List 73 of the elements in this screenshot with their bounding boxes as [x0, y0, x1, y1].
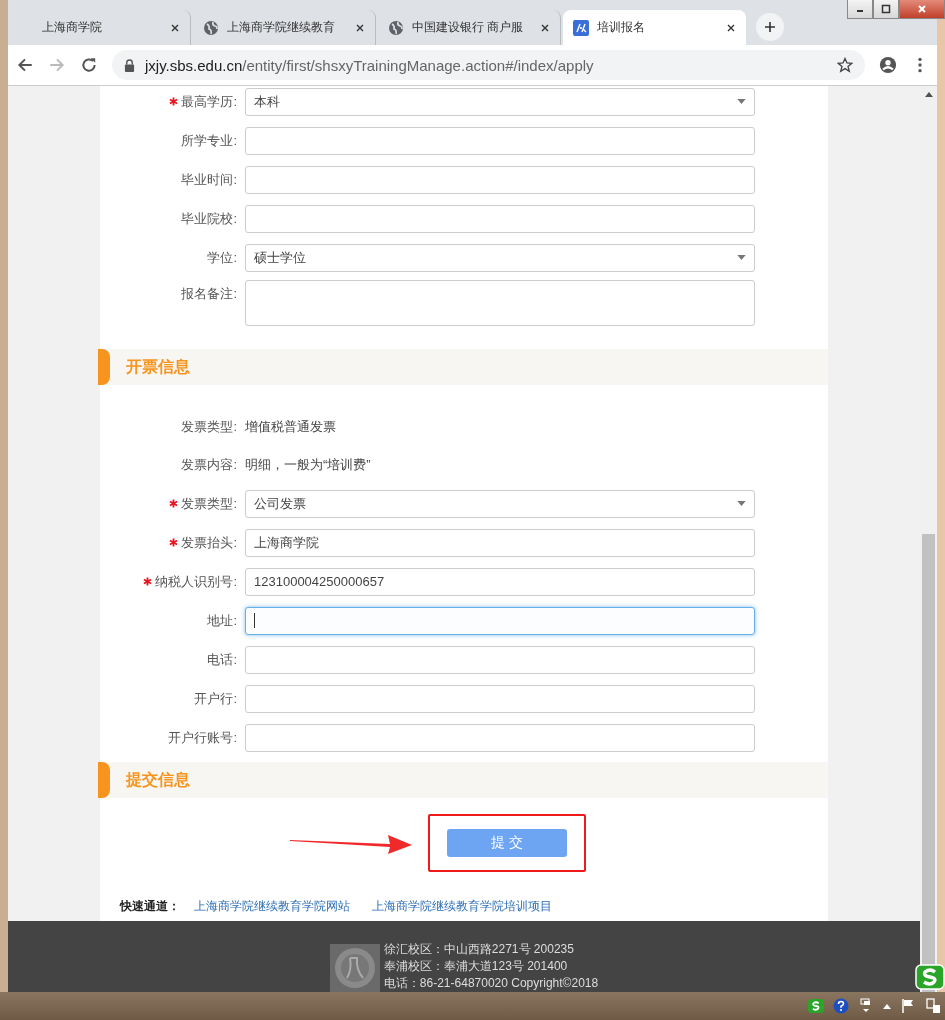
input-field[interactable]	[245, 204, 755, 233]
lock-icon	[124, 58, 135, 72]
reload-icon[interactable]	[80, 56, 98, 74]
close-icon[interactable]	[540, 22, 550, 33]
input-field[interactable]: 上海商学院	[245, 528, 755, 557]
back-icon[interactable]	[16, 56, 34, 74]
star-icon[interactable]	[837, 57, 853, 73]
input-field[interactable]	[245, 684, 755, 713]
select-field[interactable]: 本科	[245, 87, 755, 116]
plus-icon	[764, 21, 776, 33]
scroll-up-icon[interactable]	[924, 92, 933, 97]
field-label: 开户行:	[194, 689, 237, 708]
help-icon[interactable]	[833, 998, 849, 1014]
input-field[interactable]	[245, 645, 755, 674]
field-label: 毕业院校:	[181, 209, 237, 228]
field-label: 毕业时间:	[181, 170, 237, 189]
minimize-button[interactable]	[847, 0, 873, 19]
field-label: 发票类型:	[181, 418, 237, 436]
account-icon[interactable]	[879, 56, 897, 74]
seal-logo-icon	[329, 944, 380, 992]
caret-icon	[737, 99, 746, 104]
select-field[interactable]: 公司发票	[245, 489, 755, 518]
field-label: 发票类型:	[181, 494, 237, 513]
field-label: 所学专业:	[181, 131, 237, 150]
input-field[interactable]	[245, 165, 755, 194]
caret-icon	[737, 501, 746, 506]
network-icon[interactable]	[925, 998, 941, 1014]
globe-icon	[388, 19, 404, 36]
globe-icon	[203, 19, 219, 36]
address-field[interactable]: jxjy.sbs.edu.cn/entity/first/shsxyTrainingManage.action#/index/apply	[112, 50, 865, 80]
maximize-icon	[881, 4, 891, 14]
site-logo-icon	[573, 19, 589, 36]
up-arrow-icon[interactable]	[883, 1003, 891, 1009]
field-label: 纳税人识别号:	[155, 572, 237, 591]
footer-text: 奉浦校区：奉浦大道123号 201400	[383, 958, 569, 975]
scroll-thumb[interactable]	[922, 534, 935, 992]
browser-tab[interactable]: 培训报名	[563, 10, 746, 45]
field-label: 开户行账号:	[168, 728, 237, 747]
quick-link[interactable]: 上海商学院继续教育学院网站	[194, 898, 350, 915]
close-icon	[917, 4, 927, 14]
field-label: 电话:	[207, 650, 237, 669]
maximize-button[interactable]	[873, 0, 899, 19]
new-tab-button[interactable]	[756, 13, 784, 41]
field-label: 发票抬头:	[181, 533, 237, 552]
select-field[interactable]: 硕士学位	[245, 243, 755, 272]
input-field[interactable]	[245, 126, 755, 155]
section-title: 提交信息	[126, 769, 190, 790]
s-logo-icon[interactable]	[915, 964, 945, 990]
field-value: 增值税普通发票	[245, 418, 336, 436]
close-icon[interactable]	[355, 22, 365, 33]
field-label: 学位:	[207, 248, 237, 267]
section-marker	[98, 762, 110, 798]
field-label: 地址:	[207, 611, 237, 630]
textarea-field[interactable]	[245, 280, 755, 326]
caret-icon	[737, 255, 746, 260]
s-logo-icon[interactable]	[808, 998, 824, 1014]
input-field[interactable]: 123100004250000657	[245, 567, 755, 596]
flag-icon[interactable]	[900, 998, 916, 1014]
field-label: 报名备注:	[181, 285, 237, 303]
quick-link[interactable]: 上海商学院继续教育学院培训项目	[372, 898, 552, 915]
quick-links-label: 快速通道：	[120, 898, 180, 915]
input-field[interactable]	[245, 606, 755, 635]
footer-text: 电话：86-21-64870020 Copyright©2018	[383, 975, 599, 992]
close-icon[interactable]	[726, 22, 736, 33]
field-label: 发票内容:	[181, 456, 237, 474]
section-marker	[98, 349, 110, 385]
close-icon[interactable]	[170, 22, 180, 33]
field-value: 明细，一般为“培训费”	[245, 456, 371, 474]
input-field[interactable]	[245, 723, 755, 752]
close-button[interactable]	[899, 0, 945, 19]
section-title: 开票信息	[126, 356, 190, 377]
footer-text: 徐汇校区：中山西路2271号 200235	[383, 941, 575, 958]
field-label: 最高学历:	[181, 92, 237, 111]
